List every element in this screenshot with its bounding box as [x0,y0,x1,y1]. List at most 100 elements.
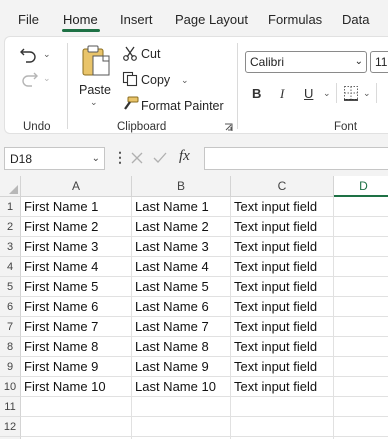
cell-b5[interactable]: Last Name 5 [132,277,231,297]
fx-icon[interactable]: fx [179,148,190,165]
cell-a12[interactable] [21,417,132,437]
row-header[interactable]: 8 [0,337,21,357]
cell-c12[interactable] [231,417,334,437]
cell-b6[interactable]: Last Name 6 [132,297,231,317]
cell-c11[interactable] [231,397,334,417]
cell-d4[interactable] [334,257,388,277]
cell-a5[interactable]: First Name 5 [21,277,132,297]
row-header[interactable]: 5 [0,277,21,297]
cell-d10[interactable] [334,377,388,397]
cell-c2[interactable]: Text input field [231,217,334,237]
cell-a7[interactable]: First Name 7 [21,317,132,337]
format-painter-icon[interactable] [122,96,139,112]
cell-a1[interactable]: First Name 1 [21,197,132,217]
font-size-select[interactable]: 11 [370,51,388,73]
cell-b4[interactable]: Last Name 4 [132,257,231,277]
cut-button[interactable]: Cut [141,47,160,61]
cell-c4[interactable]: Text input field [231,257,334,277]
tab-data[interactable]: Data [342,12,369,27]
row-header[interactable]: 1 [0,197,21,217]
cell-b11[interactable] [132,397,231,417]
redo-icon[interactable] [19,69,39,87]
tab-home[interactable]: Home [63,12,98,27]
tab-file[interactable]: File [18,12,39,27]
row-header[interactable]: 3 [0,237,21,257]
cell-a4[interactable]: First Name 4 [21,257,132,277]
cell-c7[interactable]: Text input field [231,317,334,337]
cell-b8[interactable]: Last Name 8 [132,337,231,357]
name-box[interactable]: D18 ⌄ [4,147,105,170]
cell-d11[interactable] [334,397,388,417]
cell-a11[interactable] [21,397,132,417]
italic-button[interactable]: I [280,86,284,102]
border-dropdown-icon[interactable]: ⌄ [363,88,371,99]
cell-b2[interactable]: Last Name 2 [132,217,231,237]
column-header-d[interactable]: D [334,176,388,197]
undo-dropdown-icon[interactable]: ⌄ [43,49,51,60]
paste-icon[interactable] [79,45,113,77]
row-header[interactable]: 10 [0,377,21,397]
select-all-corner[interactable] [0,176,21,197]
cell-a3[interactable]: First Name 3 [21,237,132,257]
cell-a2[interactable]: First Name 2 [21,217,132,237]
row-header[interactable]: 6 [0,297,21,317]
cell-d5[interactable] [334,277,388,297]
paste-dropdown-icon[interactable]: ⌄ [90,97,98,108]
cell-b9[interactable]: Last Name 9 [132,357,231,377]
row-header[interactable]: 11 [0,397,21,417]
column-header-c[interactable]: C [231,176,334,197]
column-header-a[interactable]: A [21,176,132,197]
more-options-icon[interactable]: ⋮ [113,149,127,166]
cell-b12[interactable] [132,417,231,437]
cell-c10[interactable]: Text input field [231,377,334,397]
border-icon[interactable] [343,85,359,101]
cell-a8[interactable]: First Name 8 [21,337,132,357]
format-painter-button[interactable]: Format Painter [141,99,224,113]
row-header[interactable]: 7 [0,317,21,337]
cell-b1[interactable]: Last Name 1 [132,197,231,217]
tab-formulas[interactable]: Formulas [268,12,322,27]
cell-c5[interactable]: Text input field [231,277,334,297]
cell-d1[interactable] [334,197,388,217]
cut-icon[interactable] [122,45,138,61]
spreadsheet-grid[interactable]: A B C D 1 First Name 1 Last Name 1 Text inp… [0,176,388,439]
copy-icon[interactable] [122,71,138,87]
cell-c6[interactable]: Text input field [231,297,334,317]
cancel-icon[interactable] [130,151,144,165]
undo-icon[interactable] [19,45,39,63]
enter-icon[interactable] [153,151,167,165]
cell-d7[interactable] [334,317,388,337]
cell-d3[interactable] [334,237,388,257]
formula-input[interactable] [204,147,388,170]
tab-insert[interactable]: Insert [120,12,153,27]
column-header-b[interactable]: B [132,176,231,197]
row-header[interactable]: 9 [0,357,21,377]
redo-dropdown-icon[interactable]: ⌄ [43,73,51,84]
cell-b10[interactable]: Last Name 10 [132,377,231,397]
cell-c3[interactable]: Text input field [231,237,334,257]
cell-a6[interactable]: First Name 6 [21,297,132,317]
font-name-select[interactable]: Calibri ⌄ [245,51,367,73]
cell-d2[interactable] [334,217,388,237]
copy-dropdown-icon[interactable]: ⌄ [181,75,189,86]
underline-button[interactable]: U [304,86,313,101]
underline-dropdown-icon[interactable]: ⌄ [323,88,331,99]
copy-button[interactable]: Copy [141,73,170,87]
tab-page-layout[interactable]: Page Layout [175,12,248,27]
row-header[interactable]: 12 [0,417,21,437]
row-header[interactable]: 2 [0,217,21,237]
cell-d12[interactable] [334,417,388,437]
cell-a10[interactable]: First Name 10 [21,377,132,397]
dialog-launcher-icon[interactable] [224,123,233,132]
cell-d6[interactable] [334,297,388,317]
cell-c9[interactable]: Text input field [231,357,334,377]
bold-button[interactable]: B [252,86,261,101]
name-box-dropdown-icon[interactable]: ⌄ [92,153,100,164]
cell-b3[interactable]: Last Name 3 [132,237,231,257]
cell-d9[interactable] [334,357,388,377]
cell-c1[interactable]: Text input field [231,197,334,217]
cell-a9[interactable]: First Name 9 [21,357,132,377]
cell-d8[interactable] [334,337,388,357]
row-header[interactable]: 4 [0,257,21,277]
cell-b7[interactable]: Last Name 7 [132,317,231,337]
